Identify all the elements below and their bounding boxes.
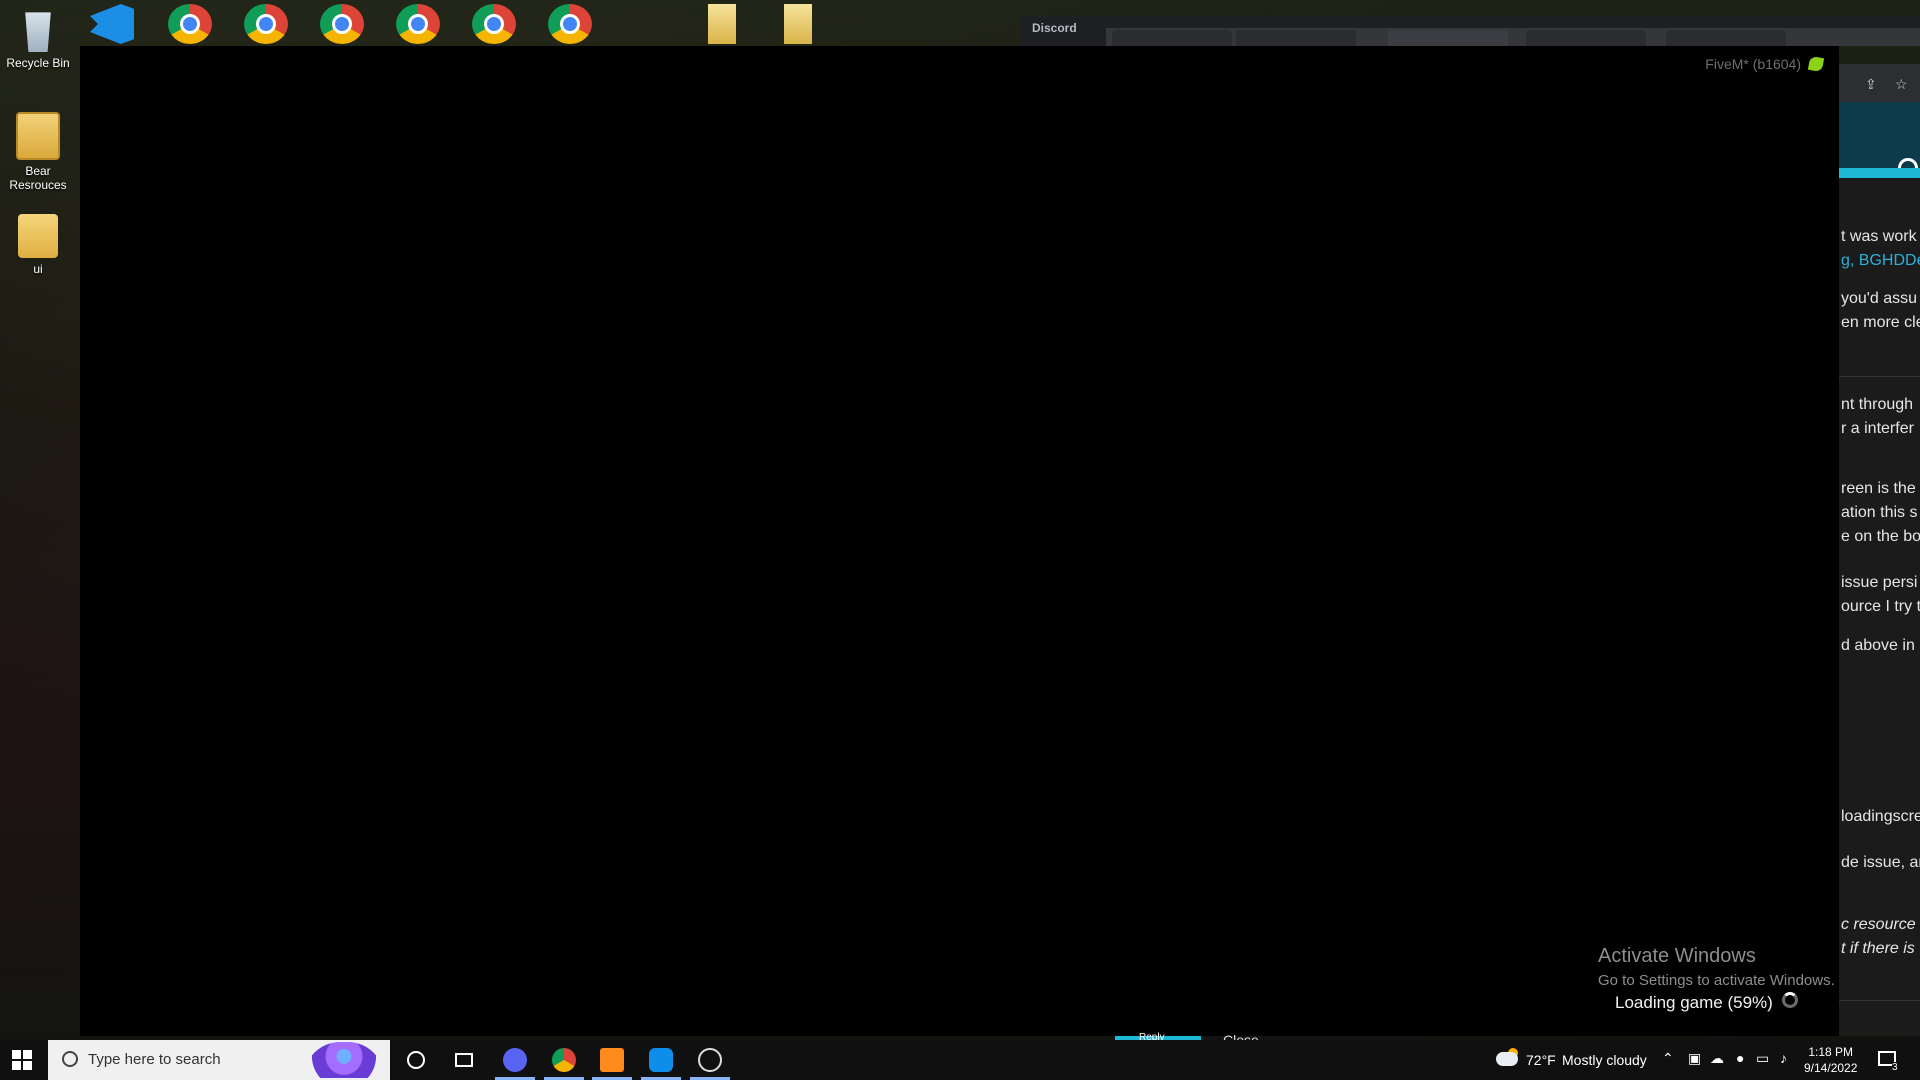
task-view-icon[interactable] — [455, 1053, 473, 1067]
activate-windows-watermark: Activate Windows Go to Settings to activ… — [1598, 945, 1835, 989]
network-icon[interactable]: ▭ — [1756, 1050, 1769, 1067]
forum-header — [1839, 102, 1920, 178]
recycle-bin-icon — [25, 12, 51, 52]
chrome-icon[interactable] — [168, 4, 212, 44]
browser-tab[interactable] — [1526, 30, 1646, 46]
post-text: en more cle — [1841, 314, 1920, 331]
post-link[interactable]: g, BGHDDe — [1841, 252, 1920, 270]
post-text: ation this s — [1841, 504, 1918, 521]
taskbar-clock[interactable]: 1:18 PM 9/14/2022 — [1804, 1044, 1857, 1076]
desktop-icon-label: ui — [33, 262, 43, 276]
clock-date: 9/14/2022 — [1804, 1061, 1858, 1075]
loading-status: Loading game (59%) — [1615, 993, 1773, 1012]
document-icon[interactable] — [784, 4, 812, 44]
weather-temp[interactable]: 72°F — [1526, 1052, 1556, 1068]
weather-cloud-icon[interactable] — [1496, 1052, 1518, 1066]
post-text: r a interfer — [1841, 420, 1914, 437]
taskbar: Type here to search 72°F Mostly cloudy ⌃… — [0, 1040, 1920, 1080]
bookmark-star-icon[interactable]: ☆ — [1895, 76, 1908, 93]
tray-chevron-icon[interactable]: ⌃ — [1662, 1050, 1674, 1067]
share-icon[interactable]: ⇪ — [1865, 76, 1877, 93]
chrome-icon[interactable] — [548, 4, 592, 44]
post-text: d above in — [1841, 637, 1915, 654]
search-icon — [62, 1051, 78, 1067]
post-text: c resource d — [1841, 916, 1920, 933]
clock-time: 1:18 PM — [1808, 1045, 1854, 1059]
search-placeholder: Type here to search — [88, 1051, 221, 1068]
weather-description[interactable]: Mostly cloudy — [1562, 1052, 1647, 1068]
post-text: issue persi — [1841, 574, 1918, 591]
search-highlight-art — [304, 1042, 384, 1078]
desktop-icon-bear-resources[interactable]: Bear Resrouces — [2, 112, 74, 192]
activate-title: Activate Windows — [1598, 945, 1756, 967]
document-icon[interactable] — [708, 4, 736, 44]
chrome-icon[interactable] — [244, 4, 288, 44]
header-accent-bar — [1839, 168, 1920, 178]
cortana-icon[interactable] — [407, 1051, 425, 1069]
volume-icon[interactable]: ♪ — [1780, 1050, 1787, 1066]
post-text: reen is the — [1841, 480, 1916, 497]
post-text: nt through — [1841, 396, 1914, 413]
start-button[interactable] — [12, 1050, 32, 1070]
chrome-icon[interactable] — [320, 4, 364, 44]
taskbar-search[interactable]: Type here to search — [48, 1040, 390, 1080]
forum-page-window[interactable]: ⇪ ☆ t was work g, BGHDDe you'd assu en m… — [1839, 64, 1920, 1036]
post-text: e on the bo — [1841, 528, 1920, 545]
fivem-taskbar-icon[interactable] — [600, 1048, 624, 1072]
browser-tab[interactable] — [1112, 30, 1232, 46]
browser-tab[interactable] — [1236, 30, 1356, 46]
discord-taskbar-icon[interactable] — [503, 1048, 527, 1072]
post-text: t was work — [1841, 228, 1917, 245]
desktop-icon-label: Bear Resrouces — [9, 164, 67, 192]
obs-taskbar-icon[interactable] — [698, 1048, 722, 1072]
folder-icon — [18, 214, 58, 258]
folder-icon — [16, 112, 60, 160]
teamviewer-taskbar-icon[interactable] — [649, 1048, 673, 1072]
activate-subtitle: Go to Settings to activate Windows. — [1598, 972, 1835, 989]
chrome-icon[interactable] — [472, 4, 516, 44]
tray-app-icon[interactable]: ▣ — [1688, 1050, 1701, 1067]
post-text: loadingscre — [1841, 808, 1920, 825]
desktop-icon-ui[interactable]: ui — [2, 214, 74, 276]
browser-tab[interactable] — [1388, 30, 1508, 46]
window-title: FiveM* (b1604) — [1705, 56, 1801, 72]
browser-toolbar: ⇪ ☆ — [1839, 64, 1920, 102]
loading-spinner-icon — [1782, 992, 1798, 1008]
notification-count: 3 — [1892, 1062, 1898, 1073]
discord-title: Discord — [1032, 21, 1077, 35]
browser-tab-strip[interactable] — [1106, 28, 1920, 46]
post-divider — [1839, 376, 1920, 377]
desktop-icon-label: Recycle Bin — [6, 56, 70, 70]
windows-logo-icon — [12, 1050, 21, 1059]
post-text: t if there is — [1841, 940, 1915, 957]
chrome-icon[interactable] — [396, 4, 440, 44]
chrome-taskbar-icon[interactable] — [552, 1048, 576, 1072]
browser-tab[interactable] — [1666, 30, 1786, 46]
onedrive-icon[interactable]: ☁ — [1710, 1050, 1724, 1067]
post-divider — [1839, 1000, 1920, 1001]
fivem-leaf-icon — [1807, 55, 1825, 73]
post-text: you'd assu — [1841, 290, 1917, 307]
post-text: de issue, an — [1841, 854, 1920, 871]
fivem-game-window[interactable]: FiveM* (b1604) — [80, 46, 1839, 1036]
post-text: ource I try t — [1841, 598, 1920, 615]
desktop-icon-recycle-bin[interactable]: Recycle Bin — [2, 8, 74, 70]
microphone-icon[interactable]: ● — [1736, 1050, 1744, 1066]
